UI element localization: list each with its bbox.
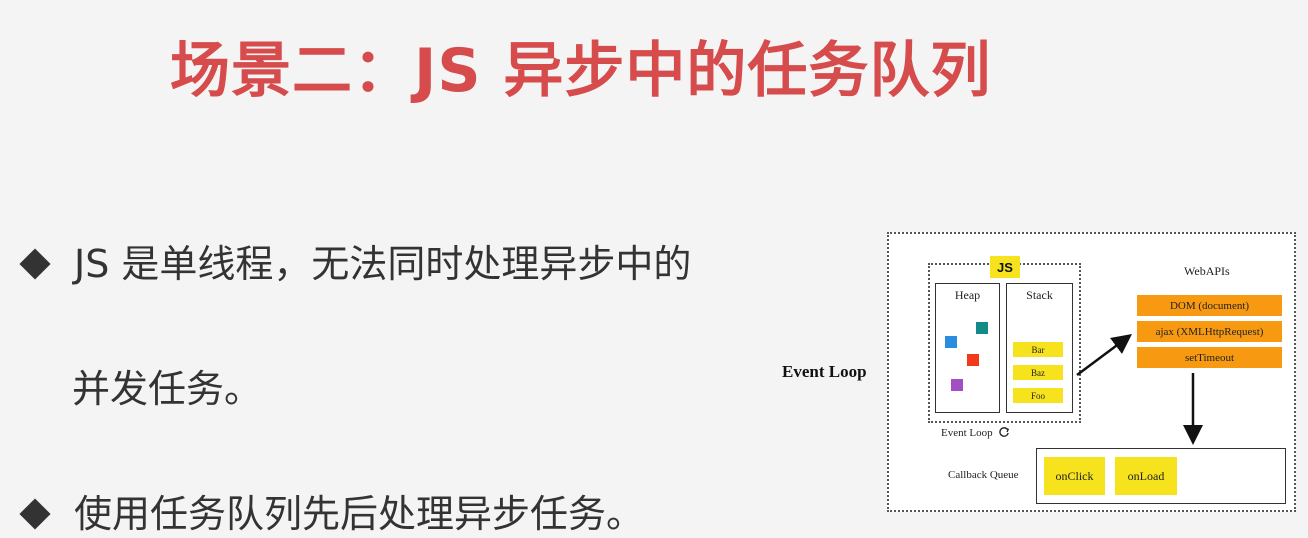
stack-to-webapi-arrow <box>1076 334 1133 377</box>
diagram-arrows <box>1076 334 1203 445</box>
